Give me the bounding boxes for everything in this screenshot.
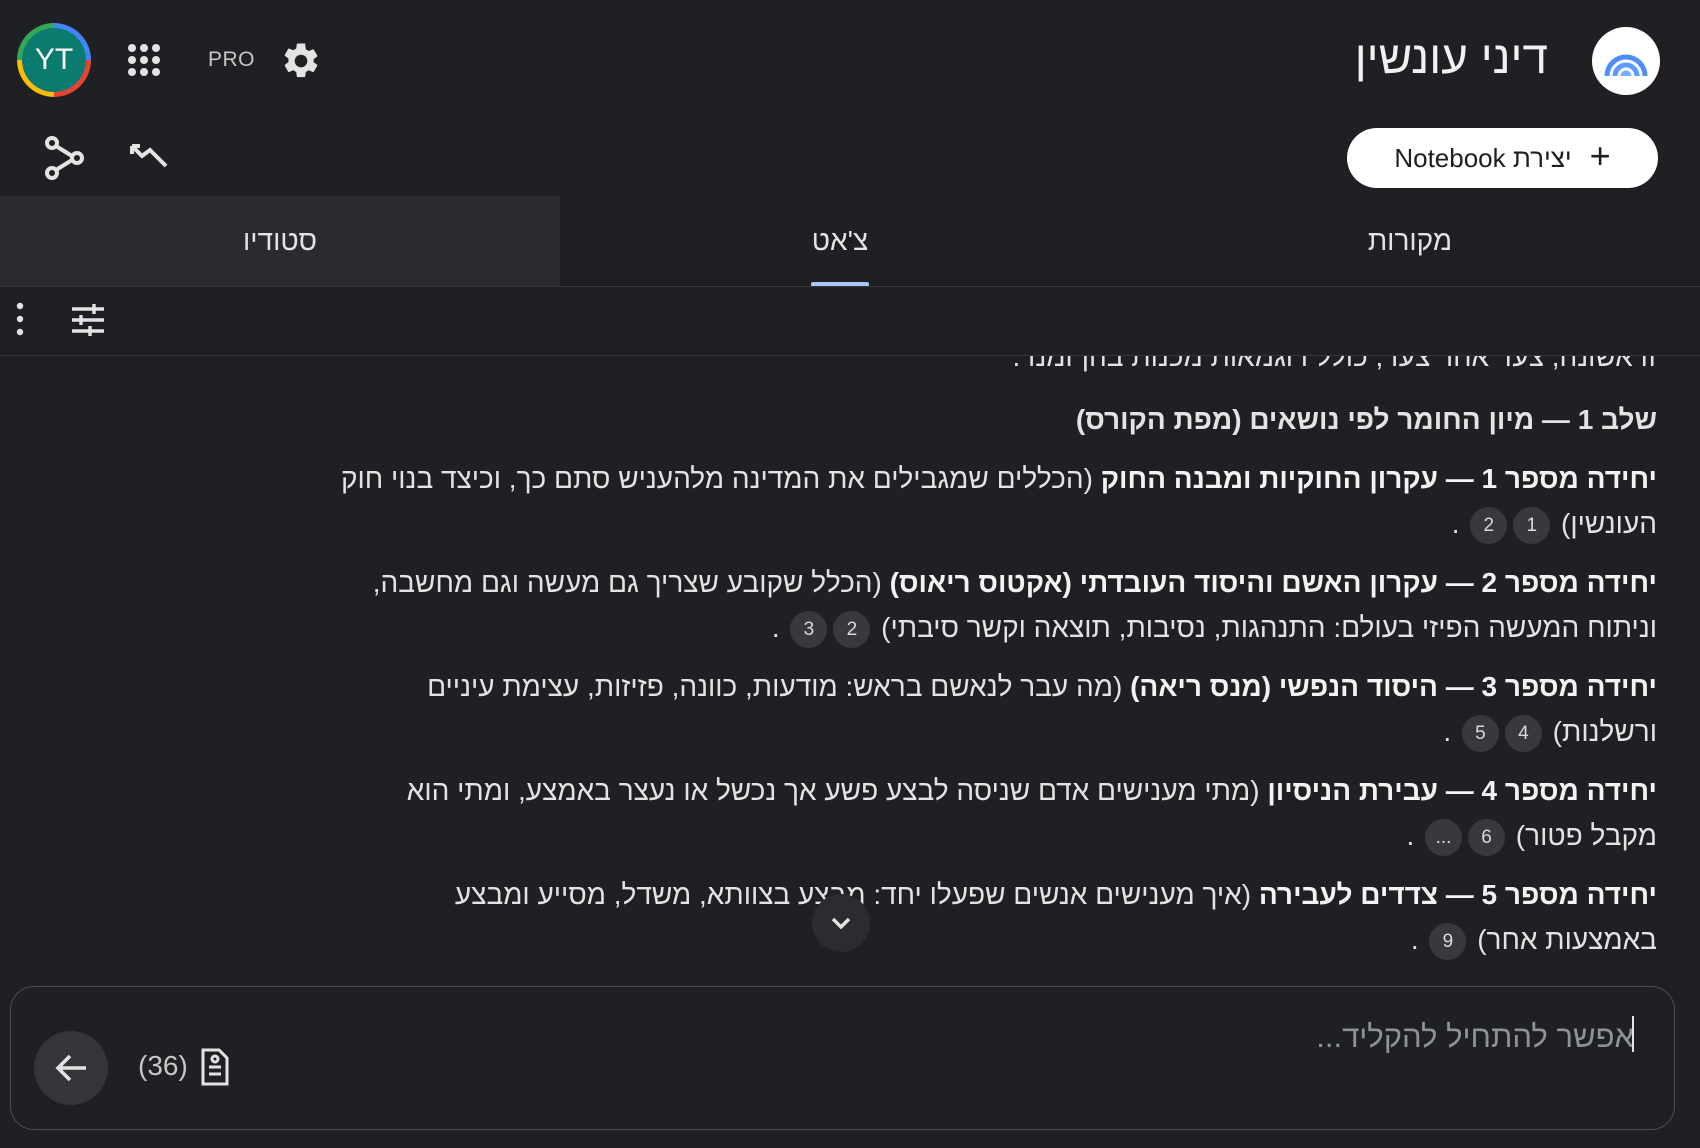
citation-chip[interactable]: 9 <box>1429 923 1467 961</box>
sentence-end: . <box>1451 508 1460 539</box>
citation-chip[interactable]: 3 <box>790 611 828 649</box>
header: YT PRO דיני עונשין <box>0 0 1700 120</box>
unit-item: יחידה מספר 5 — צדדים לעבירה (איך מענישים… <box>337 872 1657 962</box>
chevron-down-icon <box>831 917 851 930</box>
tab-chat[interactable]: צ'אט <box>560 196 1120 286</box>
chat-messages: זו אשונה, צעד אחר צעד, כולל דוגמאות מכנו… <box>0 356 1700 986</box>
unit-title: יחידה מספר 2 — עקרון האשם והיסוד העובדתי… <box>889 567 1657 598</box>
share-icon[interactable] <box>44 136 84 180</box>
tab-sources-label: מקורות <box>1367 225 1453 256</box>
unit-item: יחידה מספר 4 — עבירת הניסיון (מתי מענישי… <box>337 768 1657 858</box>
sentence-end: . <box>1410 924 1419 955</box>
chat-toolbar <box>0 287 1700 356</box>
tab-chat-label: צ'אט <box>811 225 869 256</box>
citation-chip[interactable]: 2 <box>833 611 871 649</box>
create-notebook-label: יצירת Notebook <box>1394 142 1572 173</box>
create-notebook-button[interactable]: + יצירת Notebook <box>1347 128 1658 188</box>
tab-studio[interactable]: סטודיו <box>0 196 560 286</box>
chat-input[interactable] <box>472 1010 1636 1064</box>
notebook-title[interactable]: דיני עונשין <box>1355 30 1548 84</box>
analytics-icon[interactable] <box>130 140 174 176</box>
citation-chip[interactable]: 5 <box>1461 715 1499 753</box>
sentence-end: . <box>771 612 780 643</box>
gear-icon[interactable] <box>280 40 322 82</box>
panel-tabs: סטודיו צ'אט מקורות <box>0 196 1700 287</box>
more-vert-icon[interactable] <box>12 301 28 337</box>
unit-title: יחידה מספר 4 — עבירת הניסיון <box>1267 775 1657 806</box>
text-caret <box>1632 1016 1634 1052</box>
logo-icon <box>1604 54 1648 77</box>
avatar-initials: YT <box>22 28 86 92</box>
apps-grid-icon[interactable] <box>126 42 162 78</box>
account-avatar[interactable]: YT <box>17 23 91 97</box>
citation-chip[interactable]: 6 <box>1468 819 1506 857</box>
pro-badge: PRO <box>208 48 256 71</box>
active-tab-indicator <box>811 282 869 286</box>
document-icon[interactable] <box>200 1047 230 1087</box>
sentence-end: . <box>1443 716 1452 747</box>
citation-chip[interactable]: 1 <box>1513 507 1551 545</box>
scroll-to-bottom-button[interactable] <box>812 894 870 952</box>
unit-item: יחידה מספר 2 — עקרון האשם והיסוד העובדתי… <box>337 560 1657 650</box>
plus-icon: + <box>1589 135 1611 176</box>
unit-title: יחידה מספר 3 — היסוד הנפשי (מנס ריאה) <box>1130 671 1657 702</box>
arrow-left-icon <box>55 1054 86 1082</box>
send-button[interactable] <box>34 1031 108 1105</box>
unit-title: יחידה מספר 1 — עקרון החוקיות ומבנה החוק <box>1100 463 1657 494</box>
citation-more-chip[interactable]: ... <box>1425 819 1463 857</box>
unit-item: יחידה מספר 1 — עקרון החוקיות ומבנה החוק … <box>337 456 1657 546</box>
source-count: (36) <box>138 1050 188 1081</box>
unit-item: יחידה מספר 3 — היסוד הנפשי (מנס ריאה) (מ… <box>337 664 1657 754</box>
tab-studio-label: סטודיו <box>243 225 317 256</box>
assistant-response: זו אשונה, צעד אחר צעד, כולל דוגמאות מכנו… <box>337 356 1657 976</box>
section-heading: שלב 1 — מיון החומר לפי נושאים (מפת הקורס… <box>1075 404 1657 435</box>
notebooklm-logo[interactable] <box>1592 27 1660 95</box>
tune-icon[interactable] <box>70 302 106 338</box>
partial-text-line: זו אשונה, צעד אחר צעד, כולל דוגמאות מכנו… <box>1012 356 1658 372</box>
sentence-end: . <box>1406 820 1415 851</box>
tab-sources[interactable]: מקורות <box>1120 196 1700 286</box>
citation-chip[interactable]: 4 <box>1504 715 1542 753</box>
unit-title: יחידה מספר 5 — צדדים לעבירה <box>1258 879 1657 910</box>
citation-chip[interactable]: 2 <box>1470 507 1508 545</box>
